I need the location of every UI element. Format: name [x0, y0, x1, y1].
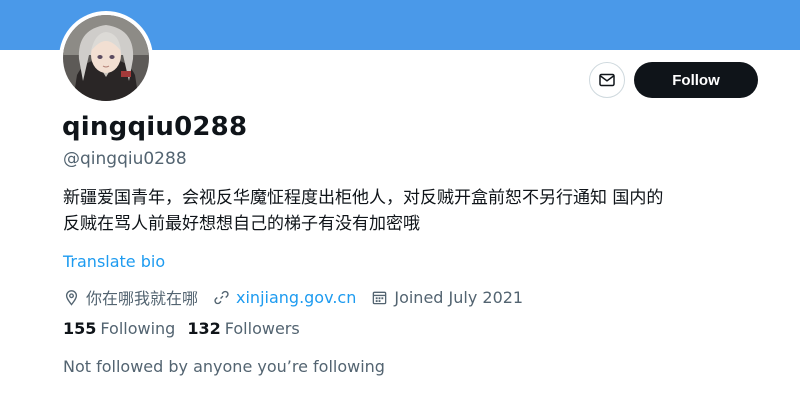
profile-meta: 你在哪我就在哪 xinjiang.gov.cn Joined July 2021 [63, 285, 538, 309]
follow-button[interactable]: Follow [634, 62, 758, 98]
following-label: Following [100, 319, 176, 338]
avatar[interactable] [59, 11, 153, 105]
following-count: 155 [63, 319, 97, 338]
followers-label: Followers [224, 319, 300, 338]
followed-by-note: Not followed by anyone you’re following [63, 357, 385, 376]
calendar-icon [373, 291, 387, 304]
followers-count: 132 [187, 319, 221, 338]
envelope-icon [599, 73, 615, 87]
website-item: xinjiang.gov.cn [213, 288, 356, 307]
map-pin-icon [65, 289, 78, 306]
joined-text: Joined July 2021 [394, 287, 524, 307]
followers-stat[interactable]: 132 Followers [187, 319, 299, 338]
translate-bio-link[interactable]: Translate bio [63, 252, 165, 271]
bio-line: 新疆爱国青年，会视反华魔怔程度出柜他人，对反贼开盒前恕不另行通知 国内的 [63, 188, 664, 208]
website-link[interactable]: xinjiang.gov.cn [236, 288, 356, 307]
profile-bio: 新疆爱国青年，会视反华魔怔程度出柜他人，对反贼开盒前恕不另行通知 国内的 反贼在… [63, 185, 763, 237]
profile-handle: @qingqiu0288 [63, 149, 187, 169]
link-icon [214, 290, 229, 304]
following-stat[interactable]: 155 Following [63, 319, 175, 338]
message-button[interactable] [589, 62, 625, 98]
location-text: 你在哪我就在哪 [86, 289, 199, 308]
display-name: qingqiu0288 [62, 112, 248, 142]
bio-line: 反贼在骂人前最好想想自己的梯子有没有加密哦 [63, 214, 420, 234]
avatar-image [63, 15, 149, 101]
joined-item: Joined July 2021 [371, 288, 523, 307]
profile-page: Follow qingqiu0288 @qingqiu0288 新疆爱国青年，会… [0, 0, 800, 400]
location-item: 你在哪我就在哪 [63, 285, 198, 309]
follow-stats: 155 Following 132 Followers [63, 319, 312, 338]
